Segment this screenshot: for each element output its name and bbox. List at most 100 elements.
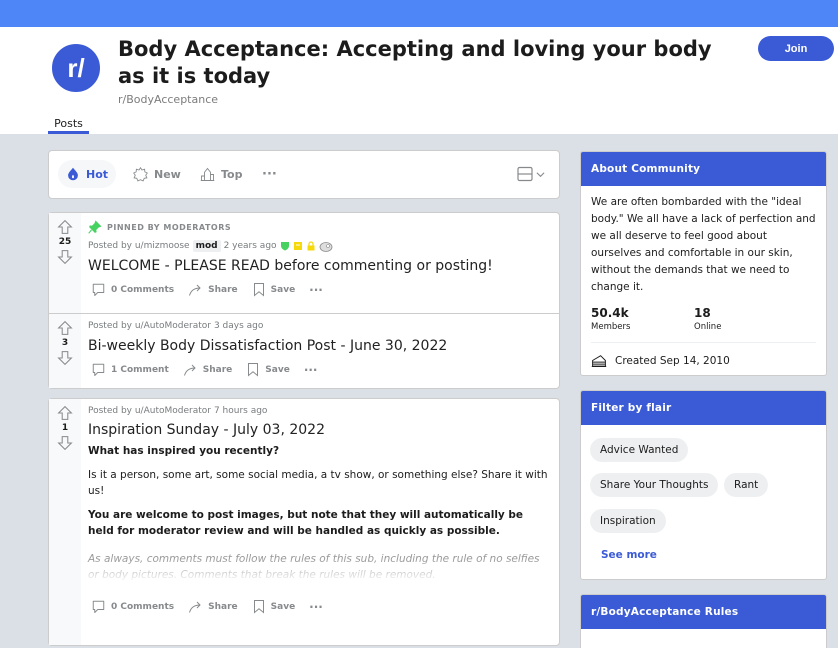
tab-posts[interactable]: Posts: [48, 117, 89, 134]
chevron-down-icon: [536, 171, 545, 177]
downvote-icon[interactable]: [57, 249, 73, 265]
post-more-button[interactable]: ···: [304, 363, 318, 377]
share-button[interactable]: Share: [188, 599, 238, 614]
downvote-icon[interactable]: [57, 350, 73, 366]
save-button[interactable]: Save: [246, 362, 290, 377]
post-body-paragraph: What has inspired you recently?: [88, 445, 280, 457]
upvote-icon[interactable]: [57, 405, 73, 421]
post-card[interactable]: 25 PINNED BY MODERATORS Posted by u/mizm…: [48, 212, 560, 314]
post-actions: 1 Comment Share Save ···: [91, 362, 551, 377]
post-more-button[interactable]: ···: [309, 283, 323, 297]
share-icon: [189, 284, 201, 296]
members-count: 50.4k: [591, 306, 629, 320]
join-button[interactable]: Join: [758, 36, 834, 61]
sort-bar: Hot New Top ···: [48, 150, 560, 199]
comment-icon: [92, 600, 105, 613]
new-burst-icon: [133, 166, 148, 181]
community-banner: [0, 0, 838, 27]
downvote-icon[interactable]: [57, 435, 73, 451]
flame-icon: [68, 167, 78, 181]
archive-icon: [293, 242, 302, 250]
see-more-link[interactable]: See more: [601, 549, 657, 561]
sort-hot[interactable]: Hot: [58, 160, 117, 188]
about-community-card: About Community We are often bombarded w…: [580, 151, 827, 376]
share-icon: [189, 601, 201, 613]
post-meta: Posted by u/AutoModerator 3 days ago: [88, 321, 551, 331]
post-score: 25: [58, 237, 72, 247]
post-actions: 0 Comments Share Save ···: [91, 282, 551, 297]
post-author[interactable]: Posted by u/AutoModerator: [88, 406, 211, 416]
post-title[interactable]: Bi-weekly Body Dissatisfaction Post - Ju…: [88, 338, 551, 354]
created-label: Created Sep 14, 2010: [615, 354, 730, 367]
more-icon: ···: [309, 599, 323, 614]
comments-button[interactable]: 0 Comments: [91, 282, 174, 297]
save-label: Save: [270, 284, 296, 295]
vote-column: 3: [49, 314, 81, 388]
rules-card: r/BodyAcceptance Rules: [580, 594, 827, 648]
comment-icon: [92, 283, 105, 296]
more-icon: ···: [262, 166, 277, 182]
flair-chip[interactable]: Inspiration: [590, 509, 666, 533]
created-date: Created Sep 14, 2010: [581, 343, 826, 375]
post-time: 3 days ago: [213, 321, 264, 331]
share-button[interactable]: Share: [188, 282, 238, 297]
comments-label: 0 Comments: [111, 601, 175, 612]
post-more-button[interactable]: ···: [309, 600, 323, 614]
sort-hot-label: Hot: [86, 167, 109, 181]
comment-icon: [92, 363, 105, 376]
sort-new[interactable]: New: [125, 160, 189, 188]
subreddit-name: r/BodyAcceptance: [118, 93, 219, 106]
online-count: 18: [694, 306, 711, 320]
pinned-label: PINNED BY MODERATORS: [107, 222, 232, 232]
sort-new-label: New: [154, 167, 181, 181]
post-time: 2 years ago: [223, 241, 277, 251]
view-layout-button[interactable]: [517, 166, 545, 182]
post-time: 7 hours ago: [213, 406, 268, 416]
post-meta: Posted by u/AutoModerator 7 hours ago: [88, 406, 551, 416]
body-fade-overlay: [88, 559, 551, 583]
share-icon: [183, 364, 196, 376]
post-card[interactable]: 3 Posted by u/AutoModerator 3 days ago B…: [48, 313, 560, 389]
filter-by-flair-card: Filter by flair Advice Wanted Share Your…: [580, 390, 827, 580]
post-author[interactable]: Posted by u/mizmoose: [88, 241, 190, 251]
comments-label: 1 Comment: [111, 364, 169, 375]
members-label: Members: [591, 322, 631, 332]
bookmark-icon: [248, 363, 259, 377]
post-card[interactable]: 1 Posted by u/AutoModerator 7 hours ago …: [48, 398, 560, 646]
sort-top[interactable]: Top: [192, 160, 250, 188]
community-avatar: r/: [49, 41, 103, 95]
award-icon: [319, 241, 332, 252]
upvote-icon[interactable]: [57, 219, 73, 235]
about-heading: About Community: [581, 152, 826, 186]
mod-badge: mod: [192, 240, 221, 252]
post-body-paragraph: You are welcome to post images, but note…: [88, 509, 524, 537]
comments-button[interactable]: 1 Comment: [91, 362, 169, 377]
post-title[interactable]: Inspiration Sunday - July 03, 2022: [88, 422, 551, 438]
flair-chip[interactable]: Share Your Thoughts: [590, 473, 719, 497]
save-label: Save: [265, 364, 290, 375]
save-button[interactable]: Save: [252, 599, 295, 614]
pinned-indicator: PINNED BY MODERATORS: [88, 220, 551, 234]
post-author[interactable]: Posted by u/AutoModerator: [88, 321, 211, 331]
share-button[interactable]: Share: [183, 362, 232, 377]
flair-chip[interactable]: Advice Wanted: [590, 438, 689, 462]
community-stats: 50.4k Members 18 Online: [581, 296, 826, 332]
more-icon: ···: [303, 362, 318, 377]
vote-column: 25: [49, 213, 81, 313]
pin-icon: [88, 220, 102, 234]
post-title[interactable]: WELCOME - PLEASE READ before commenting …: [88, 258, 551, 274]
sort-more-button[interactable]: ···: [254, 160, 285, 188]
flair-chip[interactable]: Rant: [724, 473, 769, 497]
top-chart-icon: [200, 167, 215, 181]
community-description: We are often bombarded with the "ideal b…: [591, 196, 816, 293]
save-button[interactable]: Save: [252, 282, 296, 297]
sort-top-label: Top: [221, 167, 243, 181]
comments-button[interactable]: 0 Comments: [91, 599, 174, 614]
flair-heading: Filter by flair: [581, 391, 826, 425]
upvote-icon[interactable]: [57, 320, 73, 336]
post-body-paragraph: Is it a person, some art, some social me…: [88, 469, 548, 497]
more-icon: ···: [309, 282, 323, 297]
post-actions: 0 Comments Share Save ···: [91, 599, 551, 614]
card-layout-icon: [517, 166, 533, 182]
post-score: 1: [61, 423, 69, 433]
